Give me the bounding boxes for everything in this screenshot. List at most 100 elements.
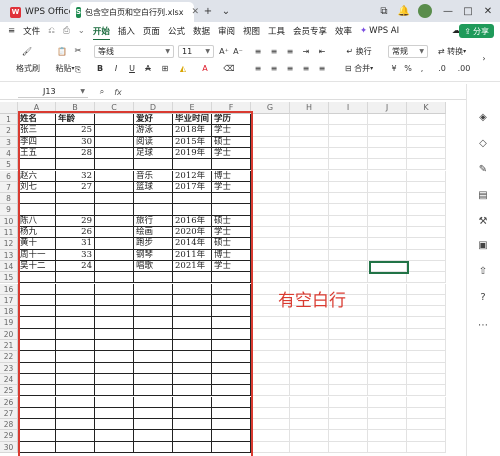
empty-cell[interactable] [251, 204, 290, 216]
increase-font-icon[interactable]: A⁺ [218, 45, 230, 57]
borders-icon[interactable]: ⊞ [158, 62, 172, 74]
empty-cell[interactable] [368, 385, 407, 397]
empty-cell[interactable] [329, 373, 368, 386]
empty-cell[interactable] [407, 317, 446, 329]
restore-window-icon[interactable]: ⧉ [376, 3, 392, 19]
menu-member[interactable]: 会员专享 [289, 25, 331, 37]
maximize-button[interactable]: □ [460, 3, 476, 19]
empty-cell[interactable] [407, 419, 446, 431]
row-header-8[interactable]: 8 [0, 193, 18, 205]
empty-cell[interactable] [368, 147, 407, 160]
empty-cell[interactable] [290, 215, 329, 227]
copy-icon[interactable]: ⎘ [72, 64, 84, 76]
bell-icon[interactable]: 🔔 [396, 3, 412, 19]
empty-cell[interactable] [368, 238, 407, 250]
clear-format-icon[interactable]: ⌫ [222, 62, 236, 74]
empty-cell[interactable] [329, 125, 368, 137]
row-header-24[interactable]: 24 [0, 373, 18, 386]
align-center-icon[interactable]: ≡ [268, 62, 280, 74]
empty-cell[interactable] [290, 362, 329, 374]
empty-cell[interactable] [290, 204, 329, 216]
undo-icon[interactable]: ⎌ [44, 26, 59, 36]
empty-cell[interactable] [290, 419, 329, 431]
empty-cell[interactable] [407, 407, 446, 420]
empty-cell[interactable] [329, 159, 368, 171]
empty-cell[interactable] [329, 362, 368, 374]
empty-cell[interactable] [290, 441, 329, 453]
selected-cell[interactable] [369, 261, 409, 274]
close-window-button[interactable]: ✕ [480, 3, 496, 19]
menu-wps-ai[interactable]: ✦ WPS AI [356, 26, 403, 36]
select-all-corner[interactable] [0, 102, 18, 114]
avatar[interactable] [418, 4, 432, 18]
empty-cell[interactable] [368, 114, 407, 126]
empty-cell[interactable] [290, 227, 329, 239]
empty-cell[interactable] [368, 430, 407, 442]
row-header-28[interactable]: 28 [0, 419, 18, 431]
row-header-23[interactable]: 23 [0, 362, 18, 374]
align-bottom-icon[interactable]: ≡ [284, 45, 296, 57]
empty-cell[interactable] [329, 204, 368, 216]
strikethrough-icon[interactable]: A [142, 62, 154, 74]
font-name-select[interactable]: 等线 ▼ [94, 45, 174, 58]
empty-cell[interactable] [407, 306, 446, 318]
empty-cell[interactable] [407, 272, 446, 284]
empty-cell[interactable] [407, 430, 446, 442]
row-header-30[interactable]: 30 [0, 441, 18, 453]
row-header-6[interactable]: 6 [0, 170, 18, 182]
empty-cell[interactable] [251, 181, 290, 194]
empty-cell[interactable] [290, 147, 329, 160]
empty-cell[interactable] [329, 136, 368, 148]
currency-icon[interactable]: ¥ [388, 62, 400, 74]
empty-cell[interactable] [329, 147, 368, 160]
more-icon[interactable]: ⋯ [477, 320, 489, 332]
more-options-icon[interactable]: › [478, 52, 490, 64]
empty-cell[interactable] [329, 181, 368, 194]
distributed-icon[interactable]: ≡ [316, 62, 328, 74]
empty-cell[interactable] [251, 227, 290, 239]
share-panel-icon[interactable]: ⇧ [477, 266, 489, 278]
empty-cell[interactable] [290, 181, 329, 194]
empty-cell[interactable] [368, 441, 407, 453]
empty-cell[interactable] [407, 362, 446, 374]
empty-cell[interactable] [407, 170, 446, 182]
empty-cell[interactable] [329, 441, 368, 453]
tab-file[interactable]: S 包含空白页和空白行列.xlsx ✕ [70, 2, 199, 22]
empty-cell[interactable] [251, 362, 290, 374]
empty-cell[interactable] [251, 147, 290, 160]
empty-cell[interactable] [368, 193, 407, 205]
empty-cell[interactable] [251, 260, 290, 273]
decimal-increase-icon[interactable]: .0 [432, 62, 452, 74]
empty-cell[interactable] [368, 340, 407, 352]
empty-cell[interactable] [251, 351, 290, 363]
cut-icon[interactable]: ✂ [72, 44, 84, 56]
empty-cell[interactable] [329, 351, 368, 363]
settings-icon[interactable]: ⚒ [477, 216, 489, 228]
empty-cell[interactable] [407, 193, 446, 205]
empty-cell[interactable] [329, 317, 368, 329]
share-button[interactable]: ⇪ 分享 [459, 24, 494, 38]
empty-cell[interactable] [329, 238, 368, 250]
empty-cell[interactable] [329, 170, 368, 182]
empty-cell[interactable] [407, 260, 446, 273]
empty-cell[interactable] [368, 396, 407, 408]
align-left-icon[interactable]: ≡ [252, 62, 264, 74]
edit-icon[interactable]: ✎ [477, 164, 489, 176]
empty-cell[interactable] [407, 385, 446, 397]
empty-cell[interactable] [407, 204, 446, 216]
empty-cell[interactable] [251, 317, 290, 329]
column-header-g[interactable]: G [251, 102, 290, 114]
row-header-19[interactable]: 19 [0, 317, 18, 329]
menu-file[interactable]: 文件 [19, 25, 44, 37]
row-header-3[interactable]: 3 [0, 136, 18, 148]
empty-cell[interactable] [329, 249, 368, 261]
empty-cell[interactable] [407, 147, 446, 160]
column-header-k[interactable]: K [407, 102, 446, 114]
style-icon[interactable]: ▤ [477, 190, 489, 202]
row-header-17[interactable]: 17 [0, 294, 18, 307]
empty-cell[interactable] [251, 430, 290, 442]
empty-cell[interactable] [368, 328, 407, 340]
empty-cell[interactable] [407, 238, 446, 250]
empty-cell[interactable] [368, 419, 407, 431]
empty-cell[interactable] [368, 362, 407, 374]
